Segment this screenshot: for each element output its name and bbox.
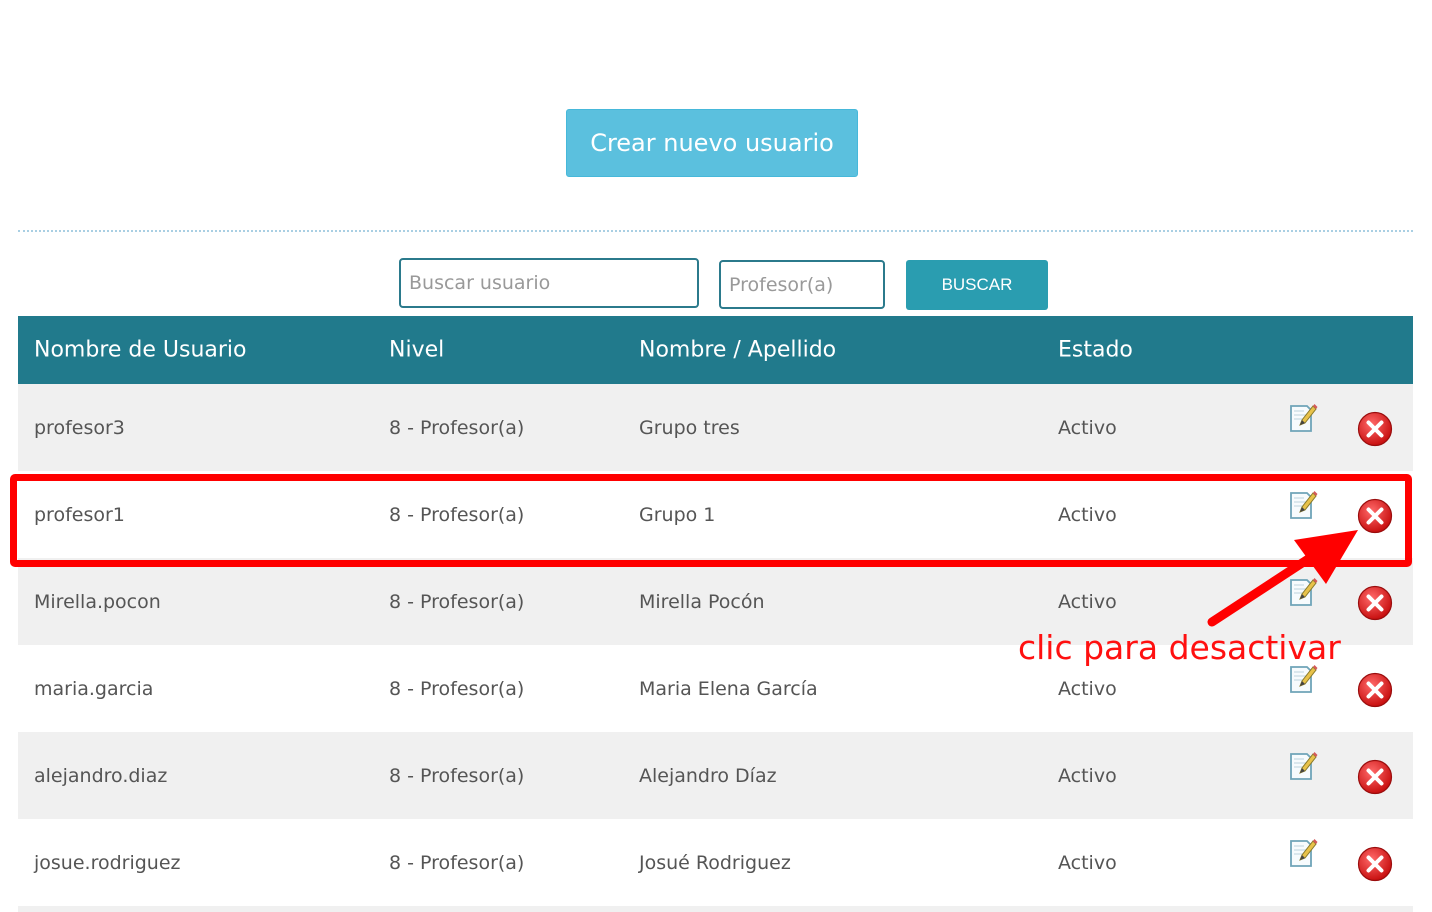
annotation-text: clic para desactivar [1018,628,1341,667]
cell-status: Activo [1058,503,1117,526]
edit-icon[interactable] [1288,837,1318,869]
delete-icon[interactable] [1356,497,1394,535]
delete-icon[interactable] [1356,584,1394,622]
table-row: josue.rodriguez 8 - Profesor(a) Josué Ro… [18,819,1413,906]
cell-level: 8 - Profesor(a) [389,416,525,439]
divider [18,230,1413,232]
edit-icon[interactable] [1288,663,1318,695]
delete-icon[interactable] [1356,845,1394,883]
cell-status: Activo [1058,416,1117,439]
cell-name: Josué Rodriguez [639,851,791,874]
edit-icon[interactable] [1288,576,1318,608]
table-row: alejandro.diaz 8 - Profesor(a) Alejandro… [18,732,1413,819]
cell-name: Alejandro Díaz [639,764,777,787]
delete-icon[interactable] [1356,671,1394,709]
delete-icon[interactable] [1356,758,1394,796]
header-level: Nivel [389,337,445,363]
cell-username: Mirella.pocon [34,590,161,613]
cell-username: alejandro.diaz [34,764,168,787]
cell-level: 8 - Profesor(a) [389,590,525,613]
cell-status: Activo [1058,677,1117,700]
create-user-button[interactable]: Crear nuevo usuario [566,109,858,177]
edit-icon[interactable] [1288,402,1318,434]
table-row: profesor1 8 - Profesor(a) Grupo 1 Activo [18,471,1413,558]
cell-name: Grupo 1 [639,503,716,526]
header-name: Nombre / Apellido [639,337,837,363]
cell-level: 8 - Profesor(a) [389,677,525,700]
edit-icon[interactable] [1288,750,1318,782]
cell-status: Activo [1058,764,1117,787]
cell-username: maria.garcia [34,677,154,700]
table-row-partial [18,906,1413,912]
header-status: Estado [1058,337,1133,363]
header-username: Nombre de Usuario [34,337,247,363]
delete-icon[interactable] [1356,410,1394,448]
cell-username: profesor1 [34,503,125,526]
search-user-input[interactable] [399,258,699,308]
cell-status: Activo [1058,851,1117,874]
cell-level: 8 - Profesor(a) [389,851,525,874]
search-button[interactable]: BUSCAR [906,260,1048,310]
cell-username: profesor3 [34,416,125,439]
cell-name: Grupo tres [639,416,740,439]
users-table: Nombre de Usuario Nivel Nombre / Apellid… [18,316,1413,912]
cell-level: 8 - Profesor(a) [389,764,525,787]
table-row: profesor3 8 - Profesor(a) Grupo tres Act… [18,384,1413,471]
cell-status: Activo [1058,590,1117,613]
cell-level: 8 - Profesor(a) [389,503,525,526]
cell-name: Mirella Pocón [639,590,765,613]
edit-icon[interactable] [1288,489,1318,521]
cell-username: josue.rodriguez [34,851,181,874]
cell-name: Maria Elena García [639,677,818,700]
table-header: Nombre de Usuario Nivel Nombre / Apellid… [18,316,1413,384]
level-filter-input[interactable] [719,260,885,309]
